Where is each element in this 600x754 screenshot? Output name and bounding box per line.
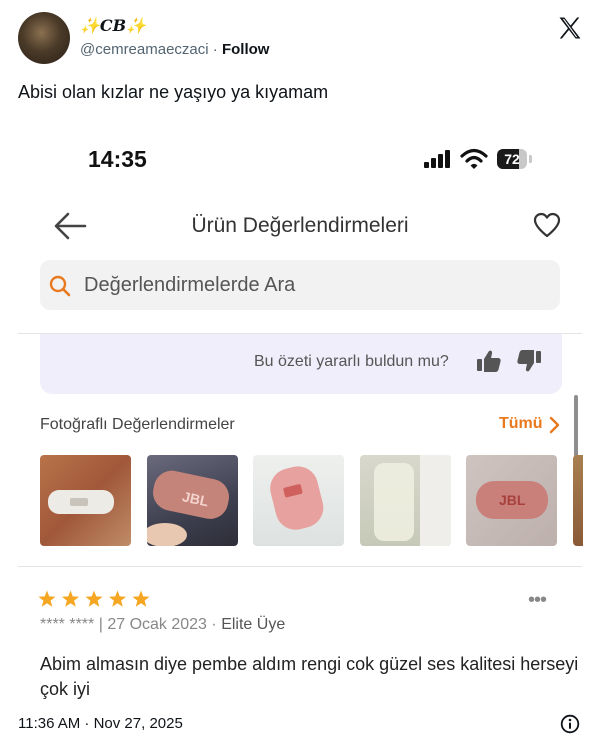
info-icon[interactable] — [560, 714, 580, 734]
handle-row: @cemreamaeczaci · Follow — [80, 41, 269, 58]
chevron-right-icon[interactable] — [548, 416, 560, 434]
helpful-question: Bu özeti yararlı buldun mu? — [254, 353, 449, 370]
display-name[interactable]: ✨CB✨ — [80, 16, 146, 35]
separator-dot: · — [212, 41, 218, 58]
user-handle[interactable]: @cemreamaeczaci — [80, 41, 209, 58]
star-icon — [61, 590, 80, 607]
thumbs-up-icon[interactable] — [476, 349, 502, 373]
status-time: 14:35 — [88, 146, 147, 172]
thumbs-down-icon[interactable] — [516, 349, 542, 373]
speaker-image — [270, 466, 324, 530]
speaker-image — [48, 490, 114, 514]
heart-icon[interactable] — [533, 212, 561, 238]
star-icon — [132, 590, 150, 607]
review-photo[interactable] — [573, 455, 583, 546]
tweet-timestamp[interactable]: 11:36 AM · Nov 27, 2025 — [18, 715, 183, 732]
search-icon — [49, 275, 71, 297]
review-text: Abim almasın diye pembe aldım rengi cok … — [40, 654, 579, 699]
see-all-link[interactable]: Tümü — [499, 415, 543, 433]
meta-dot: · — [211, 616, 217, 633]
svg-text:JBL: JBL — [499, 492, 526, 508]
speaker-image — [374, 455, 451, 546]
review-photo[interactable] — [253, 455, 344, 546]
more-options-icon[interactable]: ••• — [528, 589, 547, 612]
divider — [18, 566, 582, 567]
x-logo-icon[interactable] — [556, 14, 584, 42]
screen-title: Ürün Değerlendirmeleri — [191, 214, 409, 237]
review-date: 27 Ocak 2023 — [107, 616, 207, 633]
star-icon — [108, 590, 127, 607]
avatar[interactable] — [18, 12, 70, 64]
follow-button[interactable]: Follow — [222, 41, 270, 58]
signal-icon — [424, 150, 450, 168]
rating-stars — [38, 590, 150, 607]
review-photo[interactable] — [360, 455, 451, 546]
review-meta: **** **** | 27 Ocak 2023 · Elite Üye — [40, 616, 285, 634]
review-photo[interactable] — [40, 455, 131, 546]
reviewer-tier: Elite Üye — [221, 616, 286, 633]
star-icon — [85, 590, 103, 607]
meta-separator: | — [98, 616, 103, 633]
battery-level: 72 — [504, 151, 520, 167]
review-photo[interactable]: JBL — [466, 455, 557, 546]
photo-reviews-heading: Fotoğraflı Değerlendirmeler — [40, 416, 235, 433]
tweet-text: Abisi olan kızlar ne yaşıyo ya kıyamam — [18, 82, 329, 102]
star-icon — [38, 590, 56, 607]
reviewer-name: **** **** — [40, 616, 95, 633]
battery-icon: 72 — [497, 149, 533, 169]
speaker-image: JBL — [147, 470, 230, 546]
speaker-image: JBL — [476, 481, 548, 519]
review-photo[interactable]: JBL — [147, 455, 238, 546]
wifi-icon — [460, 148, 488, 169]
search-placeholder: Değerlendirmelerde Ara — [84, 274, 296, 296]
